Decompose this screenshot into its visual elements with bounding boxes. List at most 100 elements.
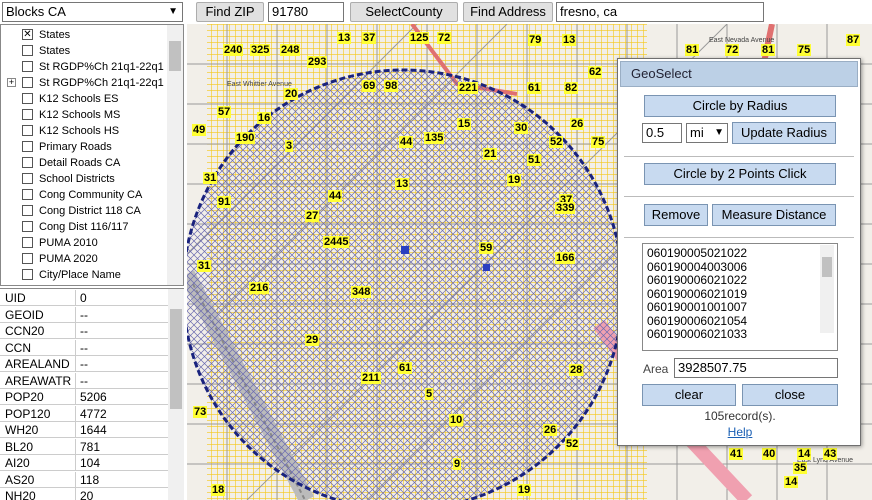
attribute-key: CCN20 [5, 324, 45, 338]
layer-item[interactable]: Cong District 118 CA [1, 203, 167, 219]
layer-item[interactable]: ✕ States [1, 27, 167, 43]
expand-icon[interactable]: + [7, 78, 16, 87]
list-item[interactable]: 060190006021019 [647, 287, 837, 302]
street-label: East Whittier Avenue [227, 81, 292, 88]
list-item[interactable]: 060190006021054 [647, 314, 837, 329]
update-radius-button[interactable]: Update Radius [732, 122, 836, 144]
layer-item[interactable]: Cong Community CA [1, 187, 167, 203]
block-label: 13 [337, 32, 352, 44]
layer-label: K12 Schools MS [39, 109, 121, 121]
street-label: East Nevada Avenue [709, 37, 774, 44]
attribute-row: POP20 5206 [0, 389, 168, 405]
block-label: 30 [514, 122, 529, 134]
layer-checkbox[interactable] [22, 205, 33, 216]
address-input[interactable]: fresno, ca [556, 2, 764, 22]
layer-item[interactable]: Primary Roads [1, 139, 167, 155]
select-county-button[interactable]: SelectCounty [350, 2, 458, 22]
layer-dropdown-value: Blocks CA [6, 4, 66, 19]
attribute-value: -- [80, 307, 88, 322]
area-field: 3928507.75 [674, 358, 838, 378]
layer-checkbox[interactable] [22, 141, 33, 152]
layer-item[interactable]: K12 Schools MS [1, 107, 167, 123]
remove-button[interactable]: Remove [644, 204, 708, 226]
layer-checkbox[interactable] [22, 285, 33, 286]
layer-checkbox[interactable] [22, 157, 33, 168]
circle-by-2-points-button[interactable]: Circle by 2 Points Click [644, 163, 836, 185]
attribute-value: -- [80, 357, 88, 371]
layer-item[interactable]: School Districts [1, 171, 167, 187]
block-label: 26 [570, 118, 585, 130]
layer-item[interactable]: K12 Schools HS [1, 123, 167, 139]
layer-checkbox[interactable] [22, 45, 33, 56]
measure-distance-button[interactable]: Measure Distance [712, 204, 836, 226]
layer-label: PUMA 2010 [39, 237, 98, 249]
layer-checkbox[interactable] [22, 125, 33, 136]
block-label: 37 [362, 32, 377, 44]
block-label: 15 [457, 118, 472, 130]
layer-item[interactable]: PUMA 2010 [1, 235, 167, 251]
close-button[interactable]: close [742, 384, 838, 406]
radius-unit-select[interactable]: mi ▼ [686, 123, 728, 143]
block-label: 10 [449, 414, 464, 426]
list-item[interactable]: 060190006021022 [647, 273, 837, 288]
list-item[interactable]: 060190001001007 [647, 300, 837, 315]
list-scrollbar[interactable] [820, 245, 834, 333]
column-divider [75, 422, 76, 438]
scrollbar-thumb[interactable] [169, 41, 181, 71]
find-zip-button[interactable]: Find ZIP [196, 2, 264, 22]
layer-checkbox[interactable]: ✕ [22, 29, 33, 40]
layer-checkbox[interactable] [22, 269, 33, 280]
list-item[interactable]: 060190006021033 [647, 327, 837, 342]
radius-input[interactable]: 0.5 [642, 123, 682, 143]
layer-item[interactable]: Detail Roads CA [1, 155, 167, 171]
layer-item[interactable]: K12 Schools ES [1, 91, 167, 107]
layer-item[interactable]: States [1, 43, 167, 59]
scrollbar-thumb[interactable] [822, 257, 832, 277]
block-label: 51 [527, 154, 542, 166]
layer-label: PUMA 2020 [39, 253, 98, 265]
block-label: 27 [305, 210, 320, 222]
selected-blocks-list[interactable]: 060190005021022 060190004003006 0601900060… [642, 243, 838, 351]
column-divider [75, 339, 76, 356]
layer-checkbox[interactable] [22, 93, 33, 104]
layer-checkbox[interactable] [22, 61, 33, 72]
clear-button[interactable]: clear [642, 384, 736, 406]
layer-item[interactable]: City/Place [1, 283, 167, 286]
find-address-button[interactable]: Find Address [463, 2, 553, 22]
block-label: 31 [197, 260, 212, 272]
list-item[interactable]: 060190005021022 [647, 246, 837, 261]
block-label: 325 [250, 44, 271, 56]
layer-checkbox[interactable] [22, 221, 33, 232]
block-label: 44 [328, 190, 343, 202]
list-item[interactable]: 060190004003006 [647, 260, 837, 275]
layer-item[interactable]: + St RGDP%Ch 21q1-22q1 [1, 75, 167, 91]
block-label: 44 [399, 136, 414, 148]
layer-checkbox[interactable] [22, 253, 33, 264]
block-label: 211 [361, 372, 381, 384]
layer-label: K12 Schools ES [39, 93, 119, 105]
attribute-scrollbar[interactable] [168, 289, 184, 500]
attribute-key: AI20 [5, 456, 30, 470]
circle-by-radius-button[interactable]: Circle by Radius [644, 95, 836, 117]
layer-item[interactable]: City/Place Name [1, 267, 167, 283]
layer-label: St RGDP%Ch 21q1-22q1 [39, 77, 164, 89]
scrollbar-thumb[interactable] [170, 309, 182, 409]
attribute-key: GEOID [5, 307, 44, 322]
layer-checkbox[interactable] [22, 109, 33, 120]
zip-input[interactable]: 91780 [268, 2, 344, 22]
layer-checkbox[interactable] [22, 237, 33, 248]
layer-item[interactable]: PUMA 2020 [1, 251, 167, 267]
layer-dropdown[interactable]: Blocks CA ▼ [2, 2, 183, 22]
layer-checkbox[interactable] [22, 189, 33, 200]
layer-item[interactable]: St RGDP%Ch 21q1-22q1 [1, 59, 167, 75]
layer-scrollbar[interactable] [167, 25, 183, 285]
block-label: 216 [249, 282, 270, 294]
layer-item[interactable]: Cong Dist 116/117 [1, 219, 167, 235]
layer-checkbox[interactable] [22, 77, 33, 88]
layer-checkbox[interactable] [22, 173, 33, 184]
help-link[interactable]: Help [618, 425, 862, 439]
block-label: 221 [458, 82, 479, 94]
attribute-value: 118 [80, 472, 100, 487]
attribute-value: 0 [80, 291, 87, 305]
divider [624, 237, 854, 238]
